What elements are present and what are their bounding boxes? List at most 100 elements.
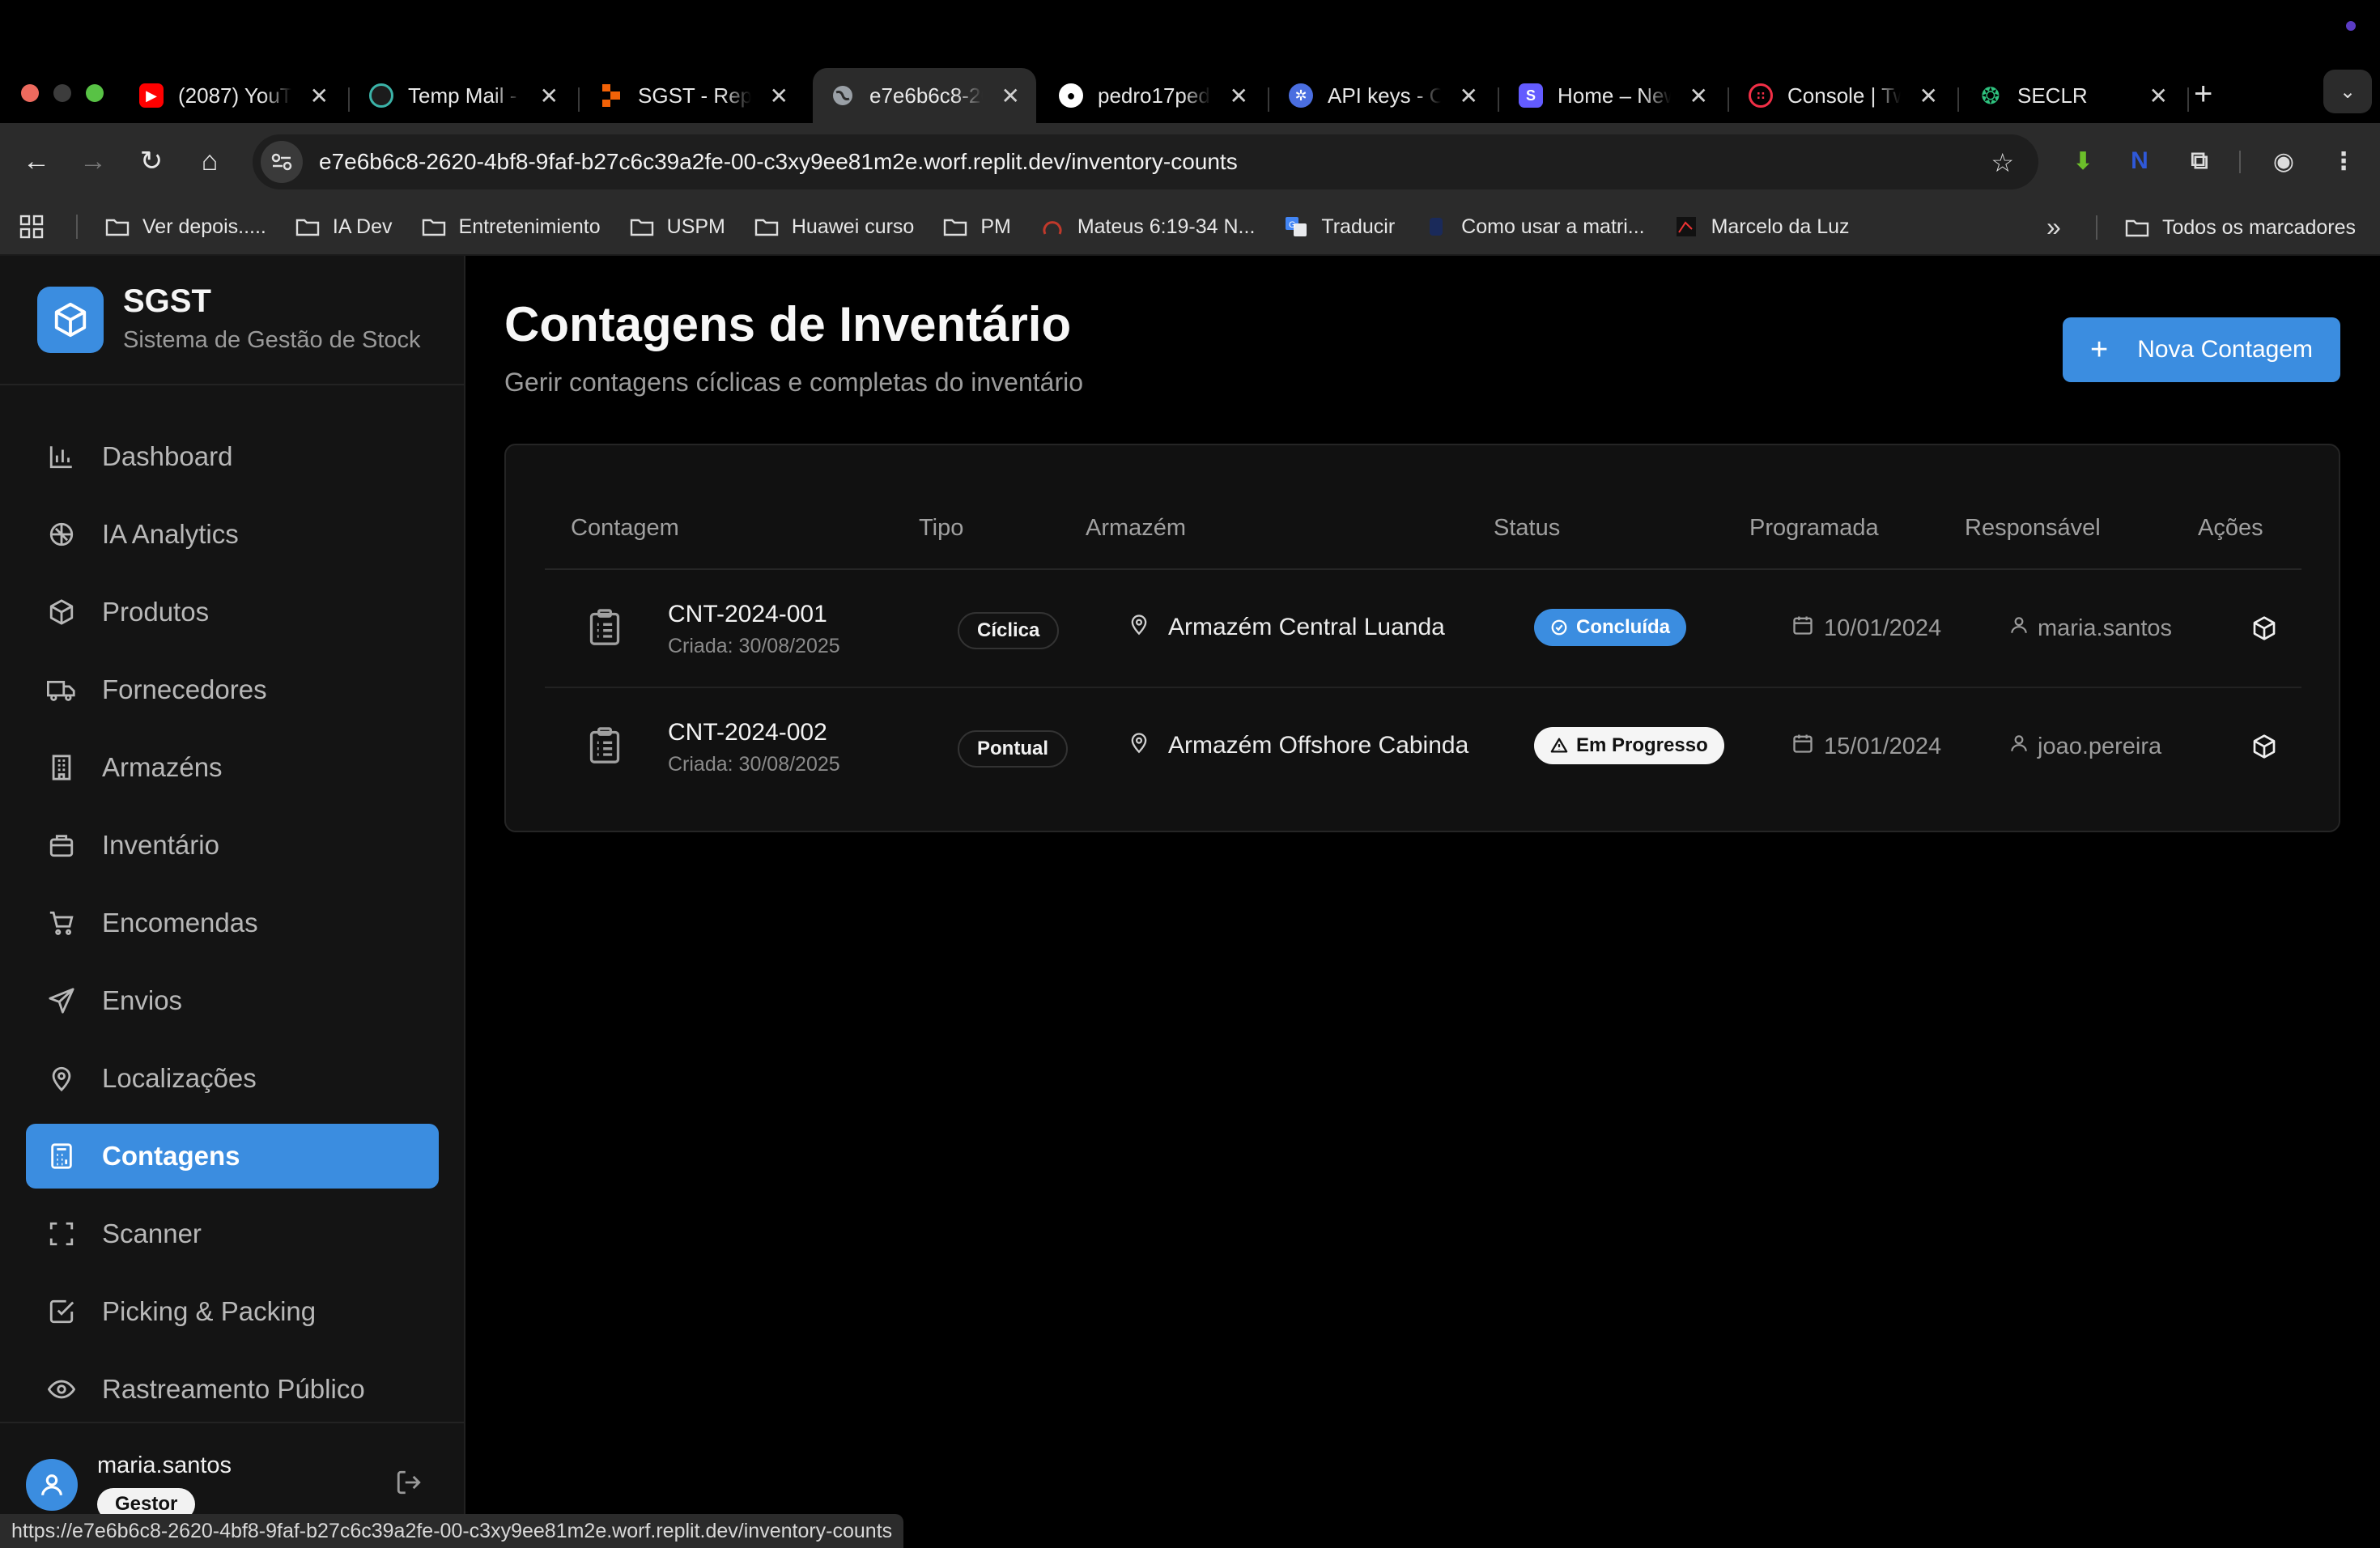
- bookmark-link[interactable]: Marcelo da Luz: [1674, 215, 1850, 239]
- new-count-button[interactable]: + Nova Contagem: [2063, 317, 2340, 382]
- bookmark-folder[interactable]: Entretenimiento: [422, 215, 601, 239]
- bookmark-folder[interactable]: IA Dev: [295, 215, 393, 239]
- status-badge: Concluída: [1534, 609, 1687, 646]
- sidebar-item-inventario[interactable]: Inventário: [26, 813, 439, 878]
- bookmark-folder[interactable]: USPM: [630, 215, 725, 239]
- sidebar-item-scanner[interactable]: Scanner: [26, 1201, 439, 1266]
- eye-icon: [45, 1373, 78, 1406]
- download-extension-icon[interactable]: ⬇: [2066, 144, 2100, 178]
- bookmark-folder[interactable]: PM: [943, 215, 1011, 239]
- bookmark-link[interactable]: Mateus 6:19-34 N...: [1040, 215, 1255, 239]
- svg-text:G: G: [1289, 220, 1296, 230]
- check-circle-icon: [1550, 619, 1568, 636]
- replit-icon: [599, 83, 623, 108]
- tab-bar: ▶ (2087) YouTube ✕ Temp Mail - Disposabl…: [0, 60, 2380, 123]
- bookmark-link[interactable]: G Traducir: [1284, 215, 1395, 239]
- twilio-icon: ∷: [1749, 83, 1773, 108]
- sidebar-item-picking-packing[interactable]: Picking & Packing: [26, 1279, 439, 1344]
- bookmark-star-icon[interactable]: ☆: [1991, 147, 2014, 178]
- close-tab-icon[interactable]: ✕: [770, 83, 788, 109]
- calendar-icon: [1791, 732, 1814, 761]
- user-icon: [2008, 732, 2029, 761]
- maximize-window-button[interactable]: [86, 84, 104, 102]
- translate-icon: G: [1284, 216, 1308, 237]
- youtube-icon: ▶: [139, 83, 164, 108]
- sidebar-item-armazens[interactable]: Armazéns: [26, 735, 439, 800]
- archive-icon: [45, 829, 78, 861]
- site-settings-icon[interactable]: [261, 141, 303, 183]
- close-window-button[interactable]: [21, 84, 39, 102]
- column-header-status: Status: [1494, 515, 1561, 541]
- browser-tab[interactable]: ∷ Console | Twilio ✕: [1731, 68, 1954, 123]
- close-tab-icon[interactable]: ✕: [1689, 83, 1708, 109]
- close-tab-icon[interactable]: ✕: [1230, 83, 1248, 109]
- bar-chart-icon: [45, 440, 78, 473]
- extensions-puzzle-icon[interactable]: ⧉: [2182, 144, 2216, 178]
- close-tab-icon[interactable]: ✕: [540, 83, 559, 109]
- warehouse-cell: Armazém Offshore Cabinda: [1128, 730, 1468, 761]
- new-tab-button[interactable]: +: [2194, 76, 2212, 113]
- sidebar-item-contagens[interactable]: Contagens: [26, 1124, 439, 1189]
- close-tab-icon[interactable]: ✕: [1001, 83, 1020, 109]
- close-tab-icon[interactable]: ✕: [2149, 83, 2168, 109]
- table-row[interactable]: CNT-2024-001 Criada: 30/08/2025 Cíclica …: [545, 570, 2301, 688]
- folder-icon: [295, 216, 320, 237]
- user-icon: [2008, 614, 2029, 643]
- brand-header: SGST Sistema de Gestão de Stock: [0, 256, 464, 385]
- bookmark-link[interactable]: Como usar a matri...: [1424, 215, 1645, 239]
- browser-tab[interactable]: S Home – New ✕: [1501, 68, 1724, 123]
- close-tab-icon[interactable]: ✕: [310, 83, 329, 109]
- browser-tab[interactable]: ✲ API keys - OpenAI ✕: [1271, 68, 1494, 123]
- brain-icon: [45, 518, 78, 551]
- open-count-package-icon[interactable]: [2251, 615, 2277, 645]
- n-extension-icon[interactable]: N: [2123, 144, 2157, 178]
- cart-icon: [45, 907, 78, 939]
- all-bookmarks-folder[interactable]: Todos os marcadores: [2125, 216, 2356, 240]
- browser-tab[interactable]: Temp Mail - Disposable ✕: [351, 68, 575, 123]
- user-name: maria.santos: [97, 1452, 232, 1478]
- browser-tab[interactable]: ● pedro17pedro ✕: [1041, 68, 1264, 123]
- column-header-responsavel: Responsável: [1965, 515, 2101, 541]
- folder-icon: [943, 216, 967, 237]
- bookmark-folder[interactable]: Huawei curso: [754, 215, 914, 239]
- browser-tab[interactable]: ▶ (2087) YouTube ✕: [121, 68, 345, 123]
- bible-icon: [1040, 216, 1065, 237]
- home-icon[interactable]: ⌂: [188, 139, 232, 183]
- address-bar[interactable]: e7e6b6c8-2620-4bf8-9faf-b27c6c39a2fe-00-…: [253, 134, 2038, 189]
- openai-icon: ✲: [1289, 83, 1313, 108]
- minimize-window-button[interactable]: [53, 84, 71, 102]
- sidebar-item-rastreamento-publico[interactable]: Rastreamento Público: [26, 1357, 439, 1422]
- sidebar-item-fornecedores[interactable]: Fornecedores: [26, 657, 439, 722]
- avatar[interactable]: [26, 1459, 78, 1511]
- table-row[interactable]: CNT-2024-002 Criada: 30/08/2025 Pontual …: [545, 688, 2301, 806]
- sidebar-item-envios[interactable]: Envios: [26, 968, 439, 1033]
- sidebar-item-dashboard[interactable]: Dashboard: [26, 424, 439, 489]
- bookmark-folder[interactable]: Ver depois.....: [105, 215, 266, 239]
- sidebar-item-encomendas[interactable]: Encomendas: [26, 891, 439, 955]
- close-tab-icon[interactable]: ✕: [1919, 83, 1938, 109]
- browser-tab[interactable]: SGST - Replit ✕: [581, 68, 805, 123]
- forward-icon[interactable]: →: [71, 139, 115, 183]
- tab-search-button[interactable]: ⌄: [2323, 70, 2372, 113]
- sidebar-item-localizacoes[interactable]: Localizações: [26, 1046, 439, 1111]
- sidebar-item-ia-analytics[interactable]: IA Analytics: [26, 502, 439, 567]
- more-bookmarks-icon[interactable]: »: [2046, 212, 2061, 242]
- browser-tab[interactable]: ❂ SECLR ✕: [1961, 68, 2184, 123]
- warning-triangle-icon: [1550, 737, 1568, 755]
- back-icon[interactable]: ←: [15, 139, 58, 183]
- check-square-icon: [45, 1295, 78, 1328]
- cube-logo-icon: [37, 287, 104, 353]
- browser-tab-active[interactable]: e7e6b6c8-2620 ✕: [813, 68, 1036, 123]
- open-count-package-icon[interactable]: [2251, 734, 2277, 763]
- scheduled-date: 10/01/2024: [1791, 614, 1941, 643]
- created-date: Criada: 30/08/2025: [668, 635, 840, 657]
- close-tab-icon[interactable]: ✕: [1460, 83, 1478, 109]
- logout-icon[interactable]: [395, 1469, 423, 1500]
- reload-icon[interactable]: ↻: [130, 139, 173, 183]
- sidebar-item-produtos[interactable]: Produtos: [26, 580, 439, 644]
- column-header-armazem: Armazém: [1086, 515, 1187, 541]
- apps-grid-icon[interactable]: [19, 215, 44, 239]
- url-text[interactable]: e7e6b6c8-2620-4bf8-9faf-b27c6c39a2fe-00-…: [319, 149, 1238, 175]
- profile-avatar-icon[interactable]: ◉: [2267, 144, 2301, 178]
- browser-menu-icon[interactable]: ⋮: [2327, 144, 2361, 178]
